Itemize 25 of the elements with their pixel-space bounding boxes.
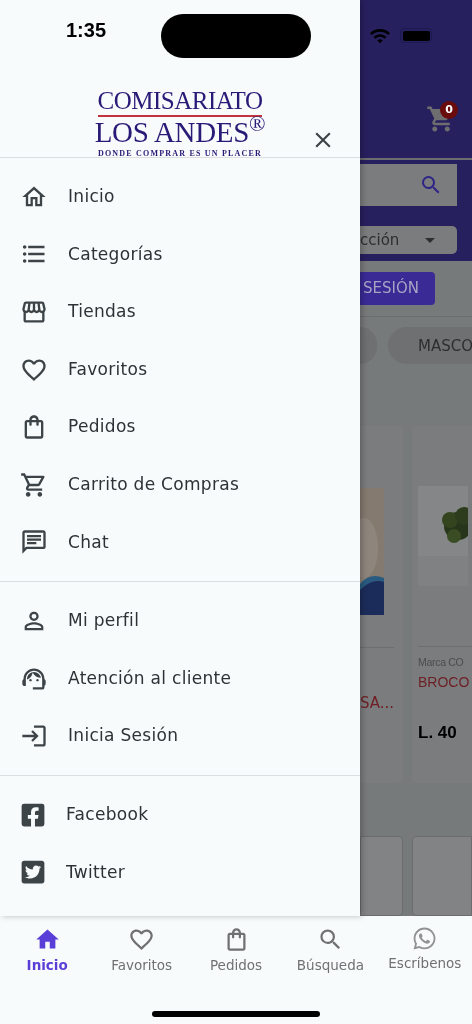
nav-tab[interactable]: Inicio bbox=[0, 926, 95, 986]
menu-item[interactable]: Chat bbox=[0, 513, 360, 572]
cart-button[interactable]: 0 bbox=[426, 104, 456, 134]
menu-item[interactable]: Favoritos bbox=[0, 340, 360, 399]
menu-item[interactable]: Facebook bbox=[0, 785, 360, 844]
product-title: BROCO bbox=[418, 672, 471, 692]
menu-item[interactable]: Mi perfil bbox=[0, 592, 360, 650]
nav-tab[interactable]: Pedidos bbox=[188, 926, 284, 986]
menu-item[interactable]: Twitter bbox=[0, 843, 360, 902]
menu-item[interactable]: Inicio bbox=[0, 168, 360, 226]
nav-tab[interactable]: Escríbenos bbox=[377, 926, 472, 986]
menu-item[interactable]: Carrito de Compras bbox=[0, 455, 360, 514]
nav-tab[interactable]: Búsqueda bbox=[283, 926, 378, 986]
menu-item[interactable]: Categorías bbox=[0, 225, 360, 284]
nav-tab[interactable]: Favoritos bbox=[94, 926, 189, 986]
menu-item[interactable]: Inicia Sesión bbox=[0, 707, 360, 765]
menu-item[interactable]: Atención al cliente bbox=[0, 649, 360, 708]
menu-item[interactable]: Tiendas bbox=[0, 283, 360, 341]
cart-count-badge: 0 bbox=[440, 101, 458, 119]
product-price: L. 40 bbox=[418, 721, 458, 744]
menu-item[interactable]: Pedidos bbox=[0, 398, 360, 456]
store-logo: COMISARIATO LOS ANDES$^{®}$ DONDE COMPRAR ES UN PLACER bbox=[94, 88, 266, 158]
login-button[interactable]: SESIÓN bbox=[360, 272, 435, 306]
status-time: 1:35 bbox=[66, 18, 107, 43]
product-title: SA... bbox=[360, 693, 396, 714]
